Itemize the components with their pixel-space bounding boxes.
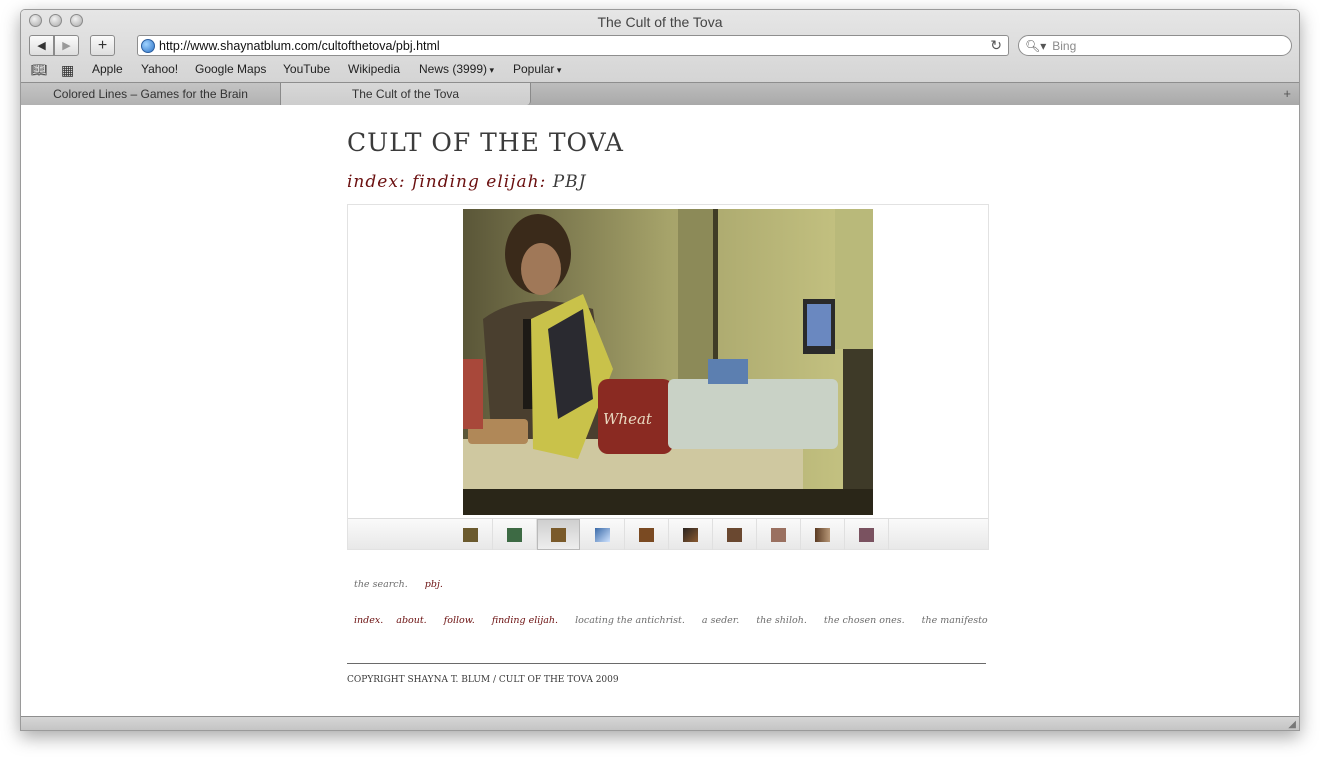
chevron-down-icon: ▾: [487, 65, 495, 75]
status-bar: ◢: [21, 716, 1299, 730]
thumbnail-image: [507, 527, 522, 542]
back-button[interactable]: ◀: [29, 35, 54, 56]
tab-bar: Colored Lines – Games for the Brain The …: [21, 82, 1299, 105]
bookmark-google-maps[interactable]: Google Maps: [195, 62, 266, 76]
breadcrumb-index[interactable]: index:: [347, 172, 406, 192]
bookmark-popular-label: Popular: [513, 62, 555, 76]
globe-icon: [141, 38, 155, 53]
thumbnail-4[interactable]: [581, 519, 625, 550]
thumbnail-1[interactable]: [449, 519, 493, 550]
tab-colored-lines[interactable]: Colored Lines – Games for the Brain: [21, 83, 281, 105]
forward-arrow-icon: ▶: [62, 40, 71, 52]
svg-text:Wheat: Wheat: [603, 410, 653, 428]
thumbnail-image: [683, 527, 698, 542]
nav-follow[interactable]: follow.: [444, 615, 475, 626]
thumbnail-8[interactable]: [757, 519, 801, 550]
thumbnail-image: [859, 527, 874, 542]
thumbnail-image: [771, 527, 786, 542]
thumbnail-7[interactable]: [713, 519, 757, 550]
thumbnail-strip: [348, 518, 988, 550]
chevron-down-icon: ▾: [554, 65, 562, 75]
footer-divider: [347, 663, 986, 664]
breadcrumb-pbj: PBJ: [552, 172, 587, 192]
subnav-pbj[interactable]: pbj.: [425, 579, 443, 590]
thumbnail-3-selected[interactable]: [537, 519, 580, 550]
thumbnail-image: [463, 527, 478, 542]
breadcrumb-finding-elijah[interactable]: finding elijah:: [412, 172, 546, 192]
bookmark-apple[interactable]: Apple: [92, 62, 123, 76]
nav-the-shiloh[interactable]: the shiloh.: [756, 615, 807, 626]
bookmark-youtube[interactable]: YouTube: [283, 62, 330, 76]
bookmark-popular[interactable]: Popular ▾: [513, 62, 561, 76]
main-navigation: index. about. follow. finding elijah. lo…: [354, 615, 1002, 626]
thumbnail-9[interactable]: [801, 519, 845, 550]
resize-grip-icon[interactable]: ◢: [1288, 719, 1296, 730]
new-tab-icon[interactable]: +: [1283, 86, 1291, 101]
forward-button[interactable]: ▶: [54, 35, 79, 56]
nav-finding-elijah[interactable]: finding elijah.: [492, 615, 558, 626]
thumbnail-image: [727, 527, 742, 542]
kitchen-photo-image: Wheat: [463, 209, 873, 515]
tab-cult-of-the-tova[interactable]: The Cult of the Tova: [281, 83, 531, 105]
photo-gallery: Wheat: [347, 204, 989, 550]
thumbnail-2[interactable]: [493, 519, 537, 550]
bookmarks-book-icon[interactable]: 📖︎: [31, 62, 48, 78]
bookmark-yahoo[interactable]: Yahoo!: [141, 62, 178, 76]
thumbnail-image: [595, 527, 610, 542]
browser-toolbar: The Cult of the Tova ◀ ▶ + http://www.sh…: [21, 10, 1299, 105]
url-text[interactable]: http://www.shaynatblum.com/cultofthetova…: [159, 39, 440, 53]
nav-the-chosen-ones[interactable]: the chosen ones.: [824, 615, 905, 626]
window-title: The Cult of the Tova: [597, 14, 723, 30]
reload-icon[interactable]: ↻: [990, 37, 1002, 54]
copyright-text: COPYRIGHT SHAYNA T. BLUM / CULT OF THE T…: [347, 675, 619, 685]
thumbnail-10[interactable]: [845, 519, 889, 550]
sub-navigation: the search. pbj.: [354, 579, 457, 590]
address-bar[interactable]: http://www.shaynatblum.com/cultofthetova…: [137, 35, 1009, 56]
plus-icon: +: [97, 36, 108, 54]
site-title[interactable]: CULT OF THE TOVA: [347, 128, 624, 157]
thumbnail-image: [815, 527, 830, 542]
breadcrumb: index: finding elijah: PBJ: [347, 172, 586, 192]
browser-window: The Cult of the Tova ◀ ▶ + http://www.sh…: [20, 9, 1300, 731]
nav-the-manifesto[interactable]: the manifesto: [922, 615, 988, 626]
search-placeholder: Bing: [1052, 38, 1077, 53]
nav-index[interactable]: index.: [354, 615, 383, 626]
thumbnail-image: [639, 527, 654, 542]
search-icon: 🔍︎▾: [1025, 38, 1047, 53]
search-field[interactable]: 🔍︎▾ Bing: [1018, 35, 1292, 56]
add-bookmark-button[interactable]: +: [90, 35, 115, 56]
bookmark-news[interactable]: News (3999) ▾: [419, 62, 494, 76]
bookmark-wikipedia[interactable]: Wikipedia: [348, 62, 400, 76]
subnav-the-search[interactable]: the search.: [354, 579, 408, 590]
thumbnail-6[interactable]: [669, 519, 713, 550]
thumbnail-5[interactable]: [625, 519, 669, 550]
gallery-main-photo[interactable]: Wheat: [463, 209, 873, 515]
page-content: CULT OF THE TOVA index: finding elijah: …: [21, 106, 1299, 716]
thumbnail-image: [551, 527, 566, 542]
nav-a-seder[interactable]: a seder.: [702, 615, 739, 626]
bookmark-news-label: News (3999): [419, 62, 488, 76]
nav-locating-the-antichrist[interactable]: locating the antichrist.: [575, 615, 685, 626]
nav-about[interactable]: about.: [396, 615, 426, 626]
top-sites-grid-icon[interactable]: ▦: [61, 62, 74, 79]
back-arrow-icon: ◀: [37, 40, 46, 52]
